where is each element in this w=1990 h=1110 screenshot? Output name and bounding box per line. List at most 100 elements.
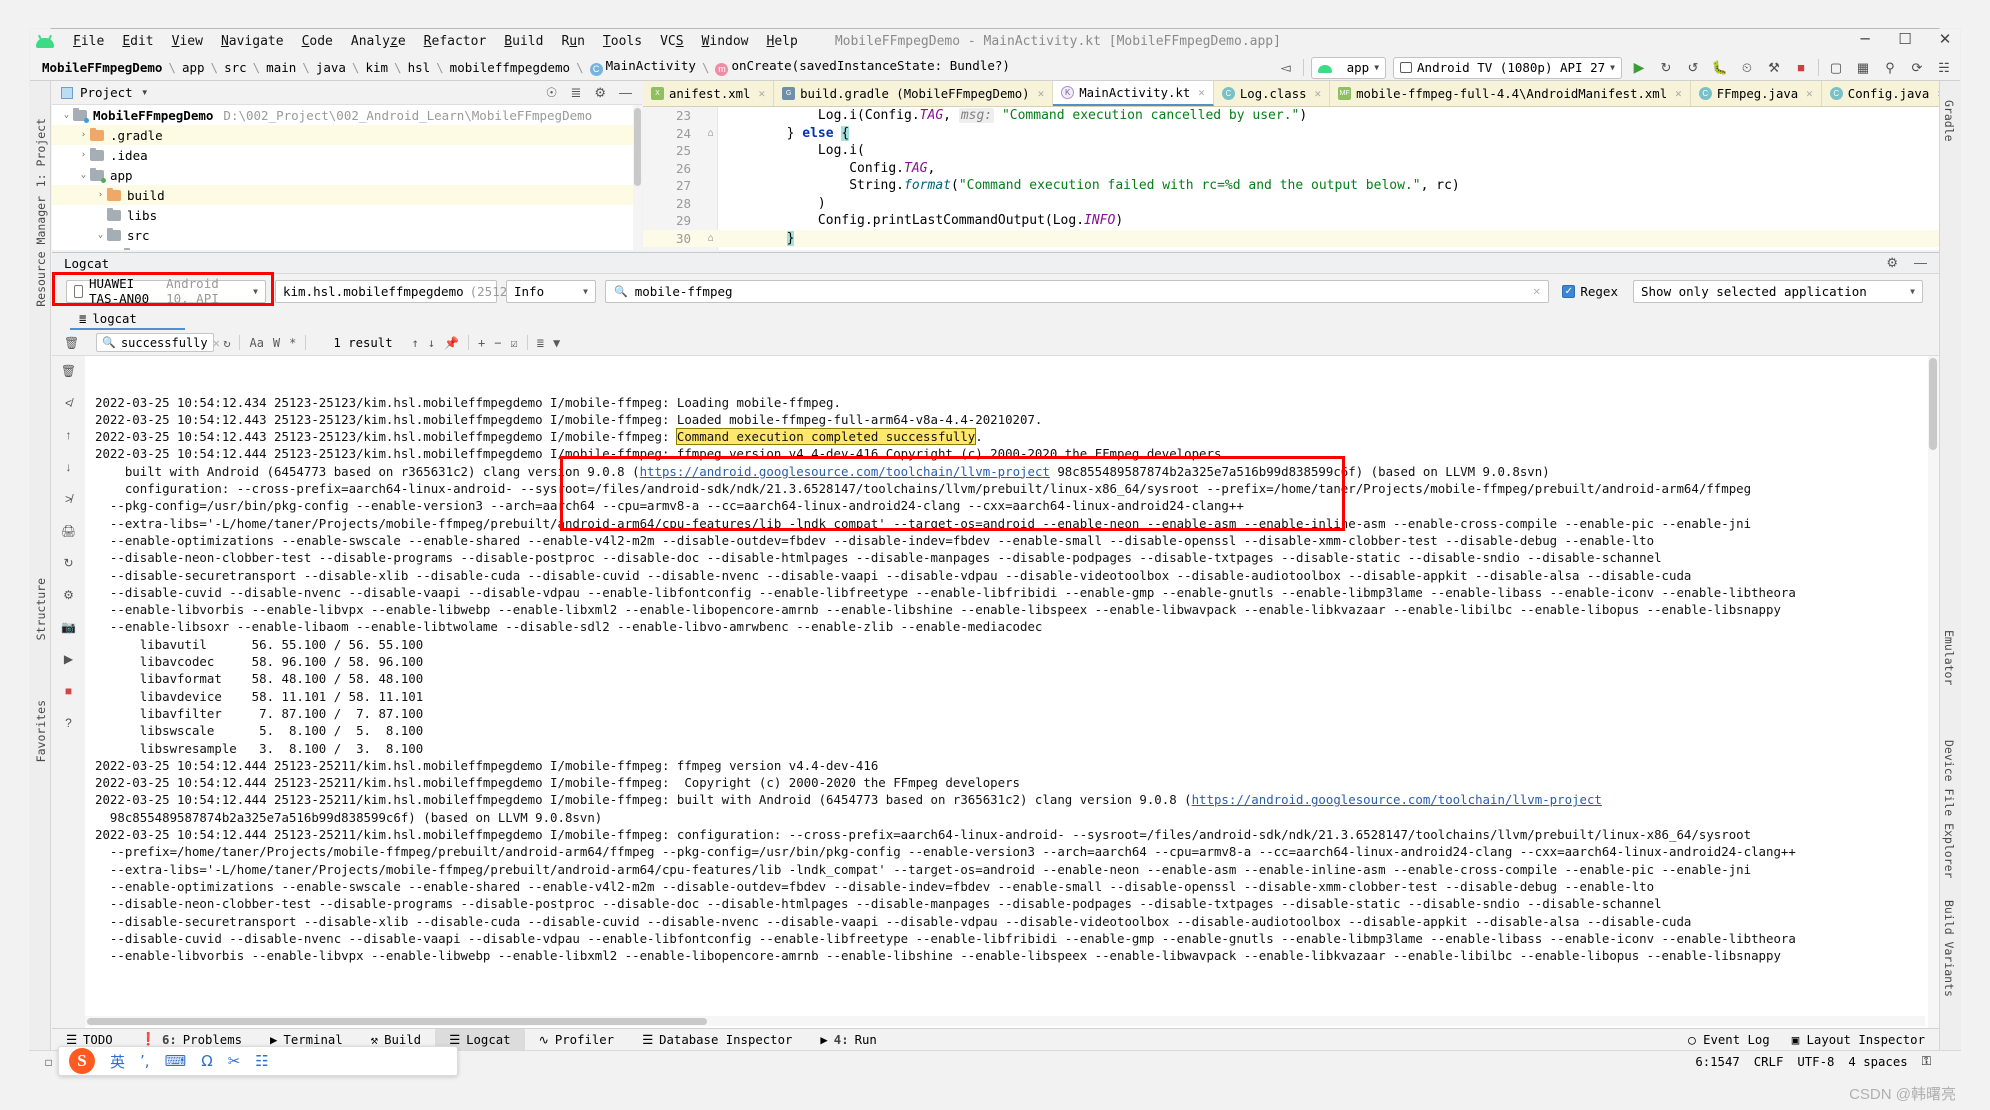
log-line[interactable]: --disable-securetransport --disable-xlib… — [85, 913, 1939, 930]
menu-window[interactable]: Window — [693, 32, 758, 51]
log-line[interactable]: 98c855489587874b2a325e7a516b99d838599c6f… — [85, 809, 1939, 826]
menu-tools[interactable]: Tools — [594, 32, 651, 51]
rail-item-favorites[interactable]: Favorites — [34, 700, 48, 762]
log-line[interactable]: libavfilter 7. 87.100 / 7. 87.100 — [85, 705, 1939, 722]
log-line[interactable]: 2022-03-25 10:54:12.444 25123-25211/kim.… — [85, 774, 1939, 791]
log-line[interactable]: --prefix=/home/taner/Projects/mobile-ffm… — [85, 843, 1939, 860]
breadcrumb-item-java[interactable]: java — [312, 60, 350, 75]
project-structure-icon[interactable]: ☵ — [1934, 58, 1954, 78]
logcat-device-selector[interactable]: HUAWEI TAS-AN00 Android 10, API ▼ — [66, 280, 266, 303]
menu-vcs[interactable]: VCS — [651, 32, 692, 51]
ime-language-toggle[interactable]: 英 — [110, 1051, 125, 1072]
tree-item-build[interactable]: ›build — [52, 185, 642, 205]
log-line[interactable]: 2022-03-25 10:54:12.444 25123-25211/kim.… — [85, 791, 1939, 808]
log-line[interactable]: libavutil 56. 55.100 / 56. 55.100 — [85, 636, 1939, 653]
log-line[interactable]: --enable-optimizations --enable-swscale … — [85, 878, 1939, 895]
rail-item-structure[interactable]: Structure — [34, 578, 48, 640]
stop-button[interactable]: ■ — [1791, 58, 1811, 78]
tree-item-idea[interactable]: ›.idea — [52, 145, 642, 165]
chevron-down-icon[interactable]: ⌄ — [60, 110, 73, 120]
profile-icon[interactable]: ⏲ — [1737, 58, 1757, 78]
tree-item-androidtest[interactable]: ›androidTest — [52, 245, 642, 250]
chevron-right-icon[interactable]: › — [77, 150, 90, 160]
editor-tab-anifestxml[interactable]: Xanifest.xml✕ — [643, 81, 774, 106]
code-line[interactable]: 30⌂ } — [643, 230, 1939, 248]
close-tab-icon[interactable]: ✕ — [758, 87, 765, 100]
log-line[interactable]: 2022-03-25 10:54:12.444 25123-25211/kim.… — [85, 757, 1939, 774]
log-line[interactable]: --enable-libsoxr --enable-libaom --enabl… — [85, 618, 1939, 635]
filter-funnel-icon[interactable]: ▼ — [553, 336, 560, 350]
log-line[interactable]: --extra-libs='-L/home/taner/Projects/mob… — [85, 861, 1939, 878]
find-input[interactable]: 🔍 successfully ✕ — [96, 333, 214, 352]
add-filter-icon[interactable]: + — [478, 336, 485, 350]
status-indent[interactable]: 4 spaces — [1848, 1055, 1907, 1069]
clear-search-icon[interactable]: ✕ — [1533, 284, 1540, 298]
log-line[interactable]: --enable-libvorbis --enable-libvpx --ena… — [85, 947, 1939, 964]
settings-gear-icon[interactable]: ⚙ — [594, 85, 606, 101]
menu-file[interactable]: File — [64, 32, 113, 51]
logcat-settings-gear-icon[interactable]: ⚙ — [1886, 255, 1898, 271]
run-config-selector[interactable]: app ▼ — [1311, 57, 1386, 79]
project-tree-scrollbar[interactable] — [633, 105, 642, 250]
log-line[interactable]: libswscale 5. 8.100 / 5. 8.100 — [85, 722, 1939, 739]
record-stop-icon[interactable]: ■ — [59, 682, 79, 700]
ime-keyboard-icon[interactable]: ⌨ — [165, 1052, 187, 1070]
maximize-button[interactable]: ☐ — [1896, 30, 1914, 48]
locate-icon[interactable]: ☉ — [546, 85, 558, 101]
settings-gear-icon[interactable]: ⚙ — [59, 586, 79, 604]
soft-wrap-icon[interactable]: ≣ — [537, 336, 544, 350]
editor-tab-configjava[interactable]: CConfig.java✕ — [1822, 81, 1939, 106]
rail-item-gradle[interactable]: Gradle — [1942, 100, 1956, 142]
chevron-right-icon[interactable]: › — [77, 130, 90, 140]
find-prev-icon[interactable]: ↑ — [412, 336, 419, 350]
log-line[interactable]: libavcodec 58. 96.100 / 58. 96.100 — [85, 653, 1939, 670]
code-line[interactable]: 31 — [643, 247, 1939, 250]
close-button[interactable]: ✕ — [1936, 30, 1954, 48]
run-button[interactable]: ▶ — [1629, 58, 1649, 78]
tree-item-libs[interactable]: libs — [52, 205, 642, 225]
restart-icon[interactable]: ↻ — [59, 554, 79, 572]
menu-view[interactable]: View — [163, 32, 212, 51]
fold-marker-icon[interactable]: ⌂ — [703, 233, 718, 244]
pin-find-icon[interactable]: 📌 — [444, 336, 459, 350]
minimize-button[interactable]: ─ — [1856, 30, 1874, 48]
status-encoding[interactable]: UTF-8 — [1797, 1055, 1834, 1069]
log-line[interactable]: --disable-cuvid --disable-nvenc --disabl… — [85, 584, 1939, 601]
close-tab-icon[interactable]: ✕ — [1198, 86, 1205, 99]
clear-logcat-icon[interactable]: 🗑 — [64, 336, 79, 350]
code-line[interactable]: 25 Log.i( — [643, 142, 1939, 160]
device-selector[interactable]: Android TV (1080p) API 27 ▼ — [1393, 57, 1622, 79]
log-line[interactable]: --disable-neon-clobber-test --disable-pr… — [85, 895, 1939, 912]
find-regex-toggle[interactable]: * — [289, 336, 296, 350]
screen-record-icon[interactable]: ▶ — [59, 650, 79, 668]
fold-marker-icon[interactable]: ⌂ — [703, 128, 718, 139]
project-panel-title[interactable]: Project — [80, 85, 133, 100]
remove-filter-icon[interactable]: − — [494, 336, 501, 350]
logcat-search-input[interactable]: 🔍 mobile-ffmpeg ✕ — [605, 280, 1549, 303]
log-line[interactable]: 2022-03-25 10:54:12.444 25123-25123/kim.… — [85, 445, 1939, 462]
editor-tab-ffmpegjava[interactable]: CFFmpeg.java✕ — [1691, 81, 1822, 106]
log-line[interactable]: --disable-cuvid --disable-nvenc --disabl… — [85, 930, 1939, 947]
breadcrumb-item-project[interactable]: MobileFFmpegDemo — [38, 60, 166, 75]
event-log-button[interactable]: ◯ Event Log — [1688, 1033, 1769, 1047]
log-line[interactable]: --disable-neon-clobber-test --disable-pr… — [85, 549, 1939, 566]
breadcrumb-item-method[interactable]: monCreate(savedInstanceState: Bundle?) — [711, 58, 1013, 76]
logcat-output[interactable]: 2022-03-25 10:54:12.434 25123-25123/kim.… — [85, 356, 1939, 1028]
help-icon[interactable]: ? — [59, 714, 79, 732]
regex-checkbox[interactable]: ✓ — [1562, 285, 1575, 298]
log-line[interactable]: --enable-optimizations --enable-swscale … — [85, 532, 1939, 549]
logcat-hide-icon[interactable]: — — [1914, 255, 1927, 271]
log-line[interactable]: 2022-03-25 10:54:12.443 25123-25123/kim.… — [85, 411, 1939, 428]
code-line[interactable]: 24⌂ } else { — [643, 125, 1939, 143]
breadcrumb-item-hsl[interactable]: hsl — [404, 60, 435, 75]
log-line[interactable]: --pkg-config=/usr/bin/pkg-config --enabl… — [85, 497, 1939, 514]
log-line[interactable]: libswresample 3. 8.100 / 3. 8.100 — [85, 740, 1939, 757]
hide-panel-icon[interactable]: — — [619, 85, 632, 101]
code-line[interactable]: 23 Log.i(Config.TAG, msg: "Command execu… — [643, 107, 1939, 125]
sogou-logo-icon[interactable]: S — [69, 1048, 95, 1074]
menu-code[interactable]: Code — [293, 32, 342, 51]
close-tab-icon[interactable]: ✕ — [1038, 87, 1045, 100]
logcat-scrollbar[interactable] — [1928, 356, 1939, 1028]
chevron-down-icon[interactable]: ▼ — [141, 88, 149, 97]
editor-tab-buildgradlemobileffmpegdemo[interactable]: Gbuild.gradle (MobileFFmpegDemo)✕ — [774, 81, 1053, 106]
